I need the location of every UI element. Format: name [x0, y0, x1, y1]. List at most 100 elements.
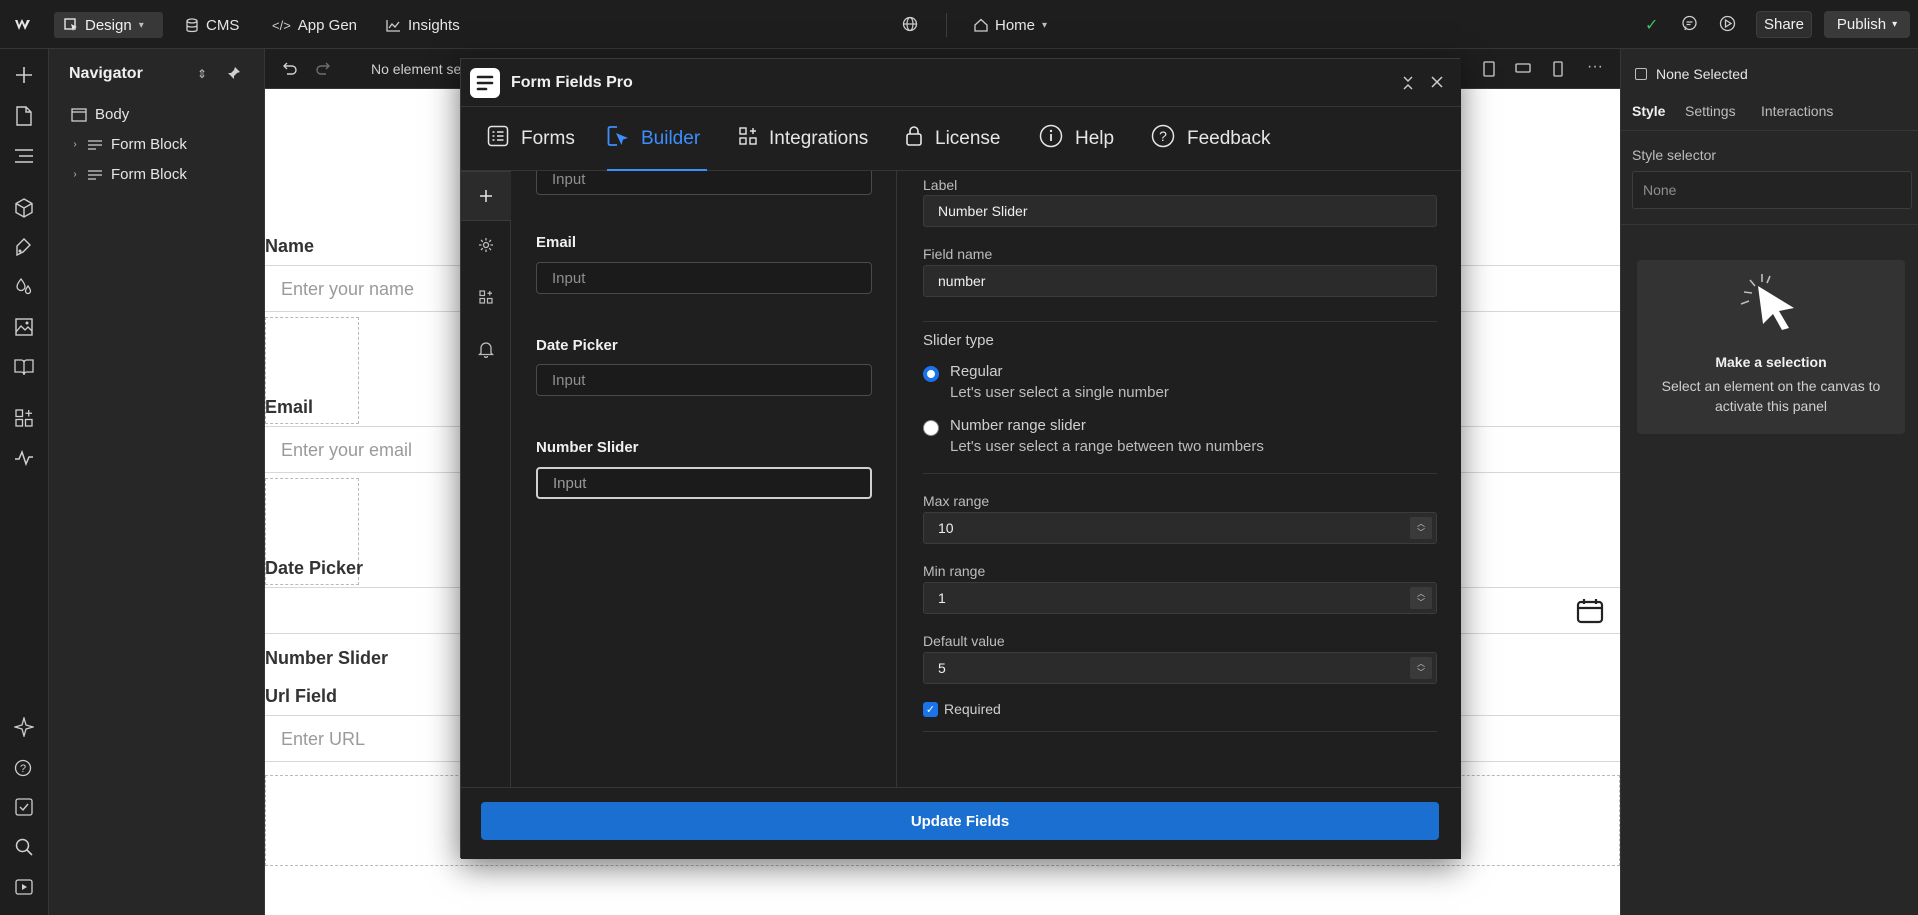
comment-icon[interactable] — [1681, 15, 1698, 32]
app-gen-button[interactable]: </> App Gen — [272, 13, 357, 37]
style-selector-value: None — [1643, 182, 1677, 198]
add-icon[interactable] — [12, 63, 36, 87]
undo-icon[interactable] — [281, 61, 297, 75]
database-icon — [185, 17, 199, 33]
globe-icon[interactable] — [902, 16, 918, 32]
settings-gear-button[interactable] — [461, 225, 511, 265]
tab-interactions[interactable]: Interactions — [1761, 103, 1833, 119]
chevron-down-icon: ▾ — [1892, 19, 1898, 30]
cms-book-icon[interactable] — [12, 355, 36, 379]
navigator-icon[interactable] — [12, 144, 36, 168]
canvas-label-date-picker[interactable]: Date Picker — [265, 558, 363, 579]
pin-icon[interactable] — [227, 66, 241, 80]
tab-style[interactable]: Style — [1632, 103, 1665, 119]
required-checkbox[interactable]: ✓ — [923, 702, 938, 717]
mobile-portrait-icon[interactable] — [1553, 61, 1563, 77]
selection-status: No element se — [371, 61, 462, 77]
tab-label: Integrations — [769, 128, 869, 149]
tab-builder[interactable]: Builder — [607, 107, 707, 171]
ai-sparkle-icon[interactable] — [12, 715, 36, 739]
style-drops-icon[interactable] — [12, 275, 36, 299]
field-input-preview[interactable]: Input — [536, 171, 872, 195]
canvas-label-name[interactable]: Name — [265, 236, 314, 257]
apps-icon[interactable] — [12, 406, 36, 430]
tab-help[interactable]: Help — [1039, 107, 1114, 171]
notifications-bell-button[interactable] — [461, 329, 511, 369]
tab-settings[interactable]: Settings — [1685, 103, 1736, 119]
preview-play-icon[interactable] — [1719, 15, 1736, 32]
collapse-icon[interactable] — [1401, 75, 1415, 94]
max-range-input[interactable]: 10 ︿ ﹀ — [923, 512, 1437, 544]
canvas-label-email[interactable]: Email — [265, 397, 313, 418]
default-value: 5 — [938, 660, 946, 676]
publish-button[interactable]: Publish ▾ — [1824, 11, 1910, 38]
tab-integrations[interactable]: Integrations — [739, 107, 868, 171]
field-input-number-slider[interactable]: Input — [536, 467, 872, 499]
redo-icon[interactable] — [316, 61, 332, 75]
cms-button[interactable]: CMS — [185, 13, 239, 37]
number-stepper[interactable]: ︿ ﹀ — [1410, 587, 1432, 609]
chevron-right-icon: › — [73, 169, 77, 180]
label-input[interactable]: Number Slider — [923, 195, 1437, 227]
number-stepper[interactable]: ︿ ﹀ — [1410, 517, 1432, 539]
calendar-icon[interactable] — [1576, 598, 1604, 627]
number-stepper[interactable]: ︿ ﹀ — [1410, 657, 1432, 679]
nav-item-body[interactable]: Body — [71, 106, 129, 123]
page-selector[interactable]: Home ▾ — [974, 13, 1047, 37]
app-logo-icon — [470, 68, 500, 98]
tab-label: Help — [1075, 128, 1115, 149]
radio-number-range[interactable] — [923, 420, 939, 436]
tablet-icon[interactable] — [1483, 61, 1495, 77]
default-value-input[interactable]: 5 ︿ ﹀ — [923, 652, 1437, 684]
close-icon[interactable] — [1430, 75, 1444, 92]
tab-license[interactable]: License — [905, 107, 1001, 171]
activity-icon[interactable] — [12, 446, 36, 470]
field-settings: Label Number Slider Field name number Sl… — [897, 171, 1461, 787]
webflow-logo-icon[interactable] — [13, 15, 37, 35]
insights-button[interactable]: Insights — [386, 13, 460, 37]
min-range-input[interactable]: 1 ︿ ﹀ — [923, 582, 1437, 614]
search-icon[interactable] — [12, 835, 36, 859]
app-gen-label: App Gen — [297, 16, 358, 34]
field-input-email[interactable]: Input — [536, 262, 872, 294]
tab-forms[interactable]: Forms — [487, 107, 575, 171]
canvas-label-url-field[interactable]: Url Field — [265, 686, 337, 707]
slider-type-label: Slider type — [923, 332, 994, 349]
help-icon[interactable]: ? — [12, 755, 36, 779]
settings-divider — [923, 731, 1437, 732]
update-fields-button[interactable]: Update Fields — [481, 802, 1439, 840]
components-icon[interactable] — [12, 196, 36, 220]
cms-label: CMS — [206, 16, 240, 34]
max-range-value: 10 — [938, 520, 954, 536]
audit-check-icon[interactable] — [12, 795, 36, 819]
pages-icon[interactable] — [12, 104, 36, 128]
tab-feedback[interactable]: ? Feedback — [1151, 107, 1270, 171]
field-label-date-picker: Date Picker — [536, 337, 618, 354]
field-name-input[interactable]: number — [923, 265, 1437, 297]
selection-checkbox[interactable] — [1635, 68, 1647, 80]
add-field-button[interactable] — [461, 171, 511, 221]
integrations-grid-button[interactable] — [461, 277, 511, 317]
field-input-date-picker[interactable]: Input — [536, 364, 872, 396]
nav-item-form-block[interactable]: › Form Block — [71, 166, 187, 183]
variables-icon[interactable] — [12, 235, 36, 259]
nav-item-form-block[interactable]: › Form Block — [71, 136, 187, 153]
share-button[interactable]: Share — [1756, 11, 1812, 38]
style-selector-input[interactable]: None — [1632, 171, 1912, 209]
insights-label: Insights — [408, 16, 460, 34]
mobile-landscape-icon[interactable] — [1515, 62, 1531, 74]
canvas-label-number-slider[interactable]: Number Slider — [265, 648, 388, 669]
navigator-title: Navigator — [69, 65, 143, 82]
modal-title: Form Fields Pro — [511, 74, 633, 91]
video-tutorials-icon[interactable] — [12, 875, 36, 899]
more-options-icon[interactable]: ··· — [1587, 58, 1603, 76]
assets-image-icon[interactable] — [12, 315, 36, 339]
required-label: Required — [944, 701, 1001, 717]
navigator-panel: Navigator ⇕ Body › Form Block › Form Blo… — [49, 49, 265, 915]
page-label: Home — [995, 16, 1036, 34]
design-mode-button[interactable]: Design ▾ — [54, 12, 163, 38]
style-panel: None Selected Style Settings Interaction… — [1620, 49, 1918, 915]
radio-regular[interactable] — [923, 366, 939, 382]
collapse-expand-icon[interactable]: ⇕ — [197, 67, 207, 81]
tab-label: Builder — [641, 128, 701, 149]
